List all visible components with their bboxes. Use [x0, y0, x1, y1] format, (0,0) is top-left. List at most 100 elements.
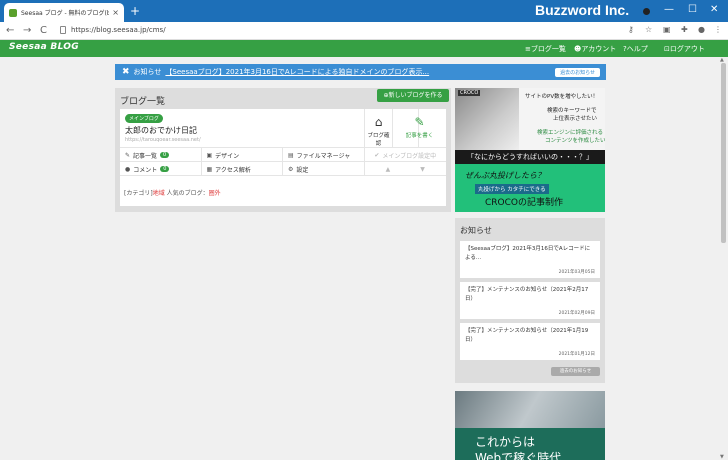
tab-title: Seesaa ブログ - 無料のブログ(blog) [21, 10, 110, 17]
menu-post-list[interactable]: ✎ 記事一覧 0 [120, 148, 202, 162]
page-scrollbar[interactable]: ▲ ▼ [719, 57, 728, 460]
write-post-label: 記事を書く [405, 133, 434, 139]
past-notices-button[interactable]: 過去のお知らせ [555, 68, 600, 77]
maximize-button[interactable]: ☐ [688, 4, 697, 15]
comment-icon: ● [125, 165, 131, 173]
blog-card: メインブログ 太郎のおでかけ日記 https://tarouqoear.sees… [120, 109, 446, 206]
lock-icon [60, 26, 66, 34]
ad-bottom-line-2: 丸投げから カタチにできる [475, 184, 549, 194]
url-text[interactable]: https://blog.seesaa.jp/cms/ [71, 26, 166, 34]
news-item-date: 2021年03月05日 [558, 270, 595, 275]
blog-menu-grid: ✎ 記事一覧 0 ▣ デザイン ▤ ファイルマネージャ ✔ メインブログ設定中 ● コメント… [120, 147, 446, 176]
news-item[interactable]: 【Seesaaブログ】2021年3月16日でAレコードによる... 2021年0… [460, 241, 600, 278]
nav-help[interactable]: ?ヘルプ [623, 44, 648, 54]
blog-menu-row: ● コメント 0 ▦ アクセス解析 ⚙ 設定 ▲ ▼ [120, 162, 446, 176]
news-item[interactable]: 【完了】メンテナンスのお知らせ（2021年2月17日） 2021年02月09日 [460, 282, 600, 319]
ad2-photo [455, 391, 605, 428]
menu-dots-icon[interactable]: ⋮ [714, 25, 722, 34]
ad-line-2: 検索のキーワードで [547, 108, 597, 114]
category-value[interactable]: 地域 [153, 190, 165, 197]
ad-line-5: コンテンツを作成したい [545, 138, 605, 144]
menu-analytics[interactable]: ▦ アクセス解析 [202, 162, 283, 176]
news-heading: お知らせ [460, 226, 492, 235]
window-brand: Buzzword Inc. [535, 2, 630, 18]
notice-link[interactable]: 【Seesaaブログ】2021年3月16日でAレコードによる独自ドメインのブログ… [165, 67, 429, 77]
ad2-line-1: これからは [475, 435, 536, 449]
chart-icon: ▦ [206, 165, 213, 173]
blog-url[interactable]: https://tarouqoear.seesaa.net/ [125, 137, 201, 143]
image-icon: ▣ [206, 151, 213, 159]
new-blog-button[interactable]: ⊕新しいブログを作る [377, 89, 449, 102]
new-blog-label: 新しいブログを作る [388, 92, 443, 99]
main-blog-badge: メインブログ [125, 114, 163, 123]
window-close-button[interactable]: ✕ [710, 4, 718, 15]
news-item[interactable]: 【完了】メンテナンスのお知らせ（2021年1月19日） 2021年01月12日 [460, 323, 600, 360]
comment-count-badge: 0 [160, 166, 170, 172]
star-icon[interactable]: ☆ [645, 25, 652, 34]
edit-list-icon: ✎ [125, 151, 131, 159]
news-item-title[interactable]: 【Seesaaブログ】2021年3月16日でAレコードによる... [465, 245, 595, 263]
blog-list-heading: ブログ一覧 [120, 97, 166, 107]
news-panel: お知らせ 【Seesaaブログ】2021年3月16日でAレコードによる... 2… [455, 218, 605, 383]
menu-design-label: デザイン [215, 152, 240, 160]
news-item-title[interactable]: 【完了】メンテナンスのお知らせ（2021年2月17日） [465, 286, 595, 304]
edit-post-icon: ✎ [414, 115, 425, 129]
nav-account[interactable]: ☻アカウント [574, 44, 616, 54]
write-post-button[interactable]: ✎ 記事を書く [392, 109, 446, 147]
news-item-title[interactable]: 【完了】メンテナンスのお知らせ（2021年1月19日） [465, 327, 595, 345]
ad-photo [455, 88, 519, 150]
ad2-line-2: Webで稼ぐ時代 [475, 451, 562, 460]
ad-line-4: 検索エンジンに評価される [537, 130, 604, 136]
tab-close-icon[interactable]: × [112, 8, 119, 17]
menu-file-manager[interactable]: ▤ ファイルマネージャ [283, 148, 365, 162]
menu-analytics-label: アクセス解析 [215, 166, 251, 174]
ad-line-3: 上位表示させたい [553, 116, 598, 122]
menu-design[interactable]: ▣ デザイン [202, 148, 283, 162]
popular-value[interactable]: 圏外 [209, 190, 221, 197]
site-favicon-icon [9, 8, 17, 17]
menu-settings-label: 設定 [296, 166, 309, 174]
news-past-button[interactable]: 過去のお知らせ [551, 367, 600, 376]
key-icon[interactable]: ⚷ [628, 25, 634, 34]
notice-label: お知らせ [133, 68, 162, 76]
extension-icon[interactable]: ▣ [663, 25, 671, 34]
site-header: Seesaa BLOG ≡ブログ一覧 ☻アカウント ?ヘルプ ⊡ログアウト [0, 40, 728, 57]
croco-ad[interactable]: CROCO サイトのPV数を増やしたい！ 検索のキーワードで 上位表示させたい … [455, 88, 605, 212]
nav-logout[interactable]: ⊡ログアウト [664, 44, 705, 54]
blog-list-panel: ブログ一覧 ⊕新しいブログを作る メインブログ 太郎のおでかけ日記 https:… [115, 88, 451, 212]
new-tab-button[interactable]: + [130, 4, 140, 18]
ad-bottom-line-1: ぜんぶ丸投げしたら？ [465, 171, 545, 180]
back-button[interactable]: ← [6, 25, 14, 36]
ad-banner: 「なにからどうすればいいの・・・？」 [455, 150, 605, 164]
account-icon[interactable]: ● [698, 25, 705, 34]
menu-order-controls: ▲ ▼ [365, 162, 447, 176]
web-income-ad[interactable]: これからは Webで稼ぐ時代 [455, 391, 605, 460]
move-up-icon[interactable]: ▲ [386, 166, 391, 173]
forward-button[interactable]: → [23, 25, 31, 36]
news-item-date: 2021年01月12日 [558, 352, 595, 357]
site-logo[interactable]: Seesaa BLOG [9, 42, 79, 52]
notice-close-icon[interactable]: ✖ [122, 67, 130, 77]
popular-prefix: 人気のブログ： [166, 190, 209, 197]
minimize-button[interactable]: — [664, 4, 674, 15]
post-count-badge: 0 [160, 152, 170, 158]
gear-icon: ⚙ [288, 165, 294, 173]
reload-button[interactable]: C [40, 25, 47, 36]
ad-brand: CROCO [458, 90, 481, 96]
menu-comments[interactable]: ● コメント 0 [120, 162, 202, 176]
menu-main-blog-status: ✔ メインブログ設定中 [365, 148, 447, 162]
puzzle-icon[interactable]: ✚ [681, 25, 688, 34]
move-down-icon[interactable]: ▼ [420, 166, 425, 173]
nav-blog-list[interactable]: ≡ブログ一覧 [525, 44, 566, 54]
browser-tab[interactable]: Seesaa ブログ - 無料のブログ(blog) × [4, 3, 124, 22]
menu-settings[interactable]: ⚙ 設定 [283, 162, 365, 176]
check-blog-button[interactable]: ⌂ ブログ確認 [364, 109, 392, 147]
ad-bottom-line-3: CROCOの記事制作 [485, 198, 563, 208]
nav-logout-label: ログアウト [669, 45, 705, 53]
ad-bottom: ぜんぶ丸投げしたら？ 丸投げから カタチにできる CROCOの記事制作 [455, 164, 605, 212]
scroll-thumb[interactable] [721, 63, 726, 243]
blog-title[interactable]: 太郎のおでかけ日記 [125, 125, 197, 136]
scroll-down-icon[interactable]: ▼ [720, 454, 724, 460]
profile-dot-icon [643, 8, 650, 15]
address-bar: ← → C https://blog.seesaa.jp/cms/ ⚷ ☆ ▣ … [0, 22, 728, 40]
